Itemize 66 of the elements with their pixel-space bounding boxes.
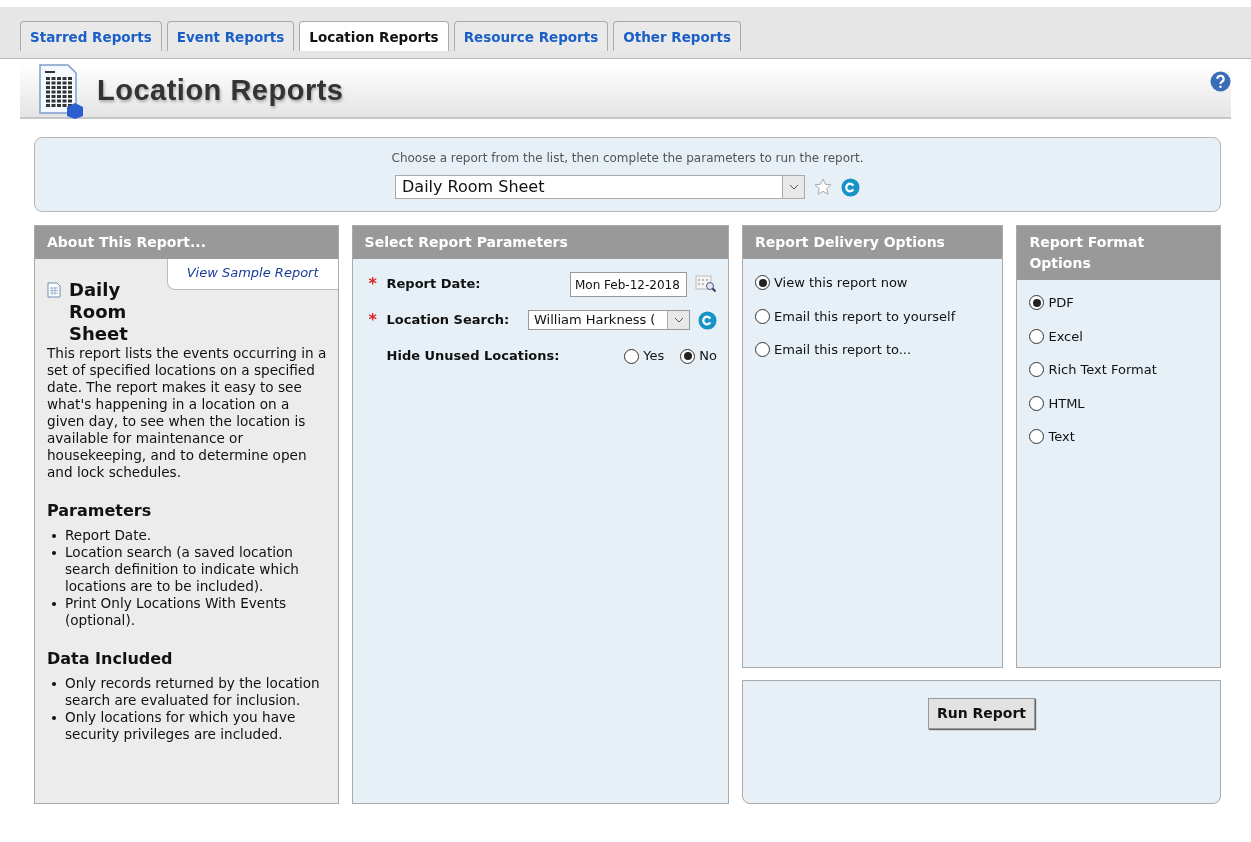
option-label: HTML [1048,394,1085,413]
radio-button[interactable] [624,348,640,364]
required-mark: * [368,273,378,295]
panel-heading: About This Report... [35,226,338,259]
radio-button[interactable] [1029,429,1045,445]
report-tab[interactable]: Starred Reports [20,21,162,51]
instruction-text: Choose a report from the list, then complete the parameters to run the report. [391,150,864,167]
bullet [52,602,56,606]
radio-button[interactable] [1029,362,1045,378]
required-mark: * [368,309,378,331]
bullet [52,682,56,686]
star-icon[interactable] [813,177,833,197]
report-tab[interactable]: Other Reports [613,21,741,51]
calendar-search-icon[interactable] [695,274,717,294]
sample-report-link[interactable]: View Sample Report [166,259,338,290]
radio-button[interactable] [755,308,770,324]
report-tab[interactable]: Event Reports [166,21,295,51]
option-label: No [699,347,717,366]
report-tab[interactable]: Resource Reports [453,21,609,51]
report-document-icon [37,63,83,119]
list-item-text: Report Date. [65,527,152,543]
report-description: This report lists the events occurring in a set of specified locations on a specified date. The report makes it easy to see what's happening in a location on a given day, to see when the location is available for maintenance or housekeeping, and to determine open and lock schedules. [47,345,328,481]
page-title: Location Reports [97,73,344,109]
option-label: Email this report to... [774,341,912,359]
section-heading: Data Included [47,648,174,670]
radio-button[interactable] [1029,295,1045,311]
report-title: Daily Room Sheet [69,279,129,345]
field-label: Report Date: [386,275,481,294]
radio-button[interactable] [755,275,770,291]
refresh-icon[interactable] [698,310,717,330]
list-item-text: Print Only Locations With Events (optional). [65,595,287,628]
radio-button[interactable] [680,348,696,364]
run-report-button[interactable]: Run Report [927,698,1036,729]
option-label: Text [1048,428,1075,446]
dropdown-toggle[interactable] [782,176,804,198]
list-item-text: Only records returned by the location search are evaluated for inclusion. [65,675,320,708]
date-field[interactable]: Mon Feb-12-2018 [570,271,687,297]
location-select[interactable]: William Harkness ( [528,310,690,330]
caret-icon [673,317,684,323]
list-item-text: Only locations for which you have security privileges are included. [65,709,296,742]
dropdown-toggle[interactable] [667,311,689,329]
refresh-icon[interactable] [841,177,860,197]
radio-button[interactable] [1029,328,1045,344]
option-label: Rich Text Format [1048,361,1157,379]
document-icon [47,282,61,298]
help-icon[interactable] [1210,71,1231,92]
section-heading: Parameters [47,500,153,522]
bullet [52,716,56,720]
field-label: Location Search: [386,311,510,330]
option-label: Yes [643,347,665,366]
list-item-text: Location search (a saved location search definition to indicate which locations are to be included). [65,544,299,594]
panel-heading: Select Report Parameters [352,226,728,259]
report-tab[interactable]: Location Reports [299,21,449,51]
option-label: Excel [1048,327,1083,346]
bullet [52,551,56,555]
caret-icon [788,184,799,190]
radio-button[interactable] [755,342,770,358]
field-label: Hide Unused Locations: [386,347,560,366]
option-label: PDF [1048,294,1074,312]
panel-heading: Report Format Options [1017,226,1220,280]
option-label: Email this report to yourself [774,307,956,326]
report-select[interactable]: Daily Room Sheet [395,175,805,199]
panel-heading: Report Delivery Options [743,226,1003,259]
radio-button[interactable] [1029,395,1045,411]
option-label: View this report now [774,274,908,292]
bullet [52,534,56,538]
